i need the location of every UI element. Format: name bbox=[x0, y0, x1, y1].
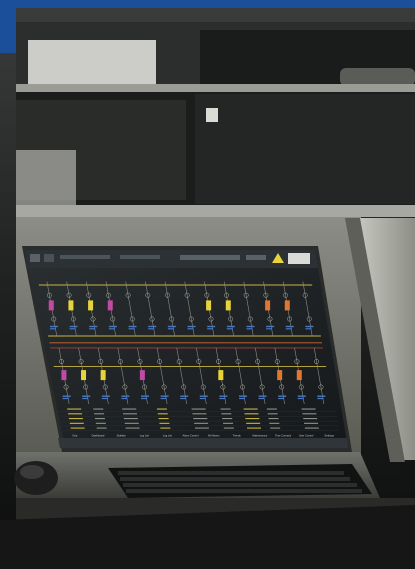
brand-top-bar bbox=[0, 0, 415, 8]
control-room-photo bbox=[0, 0, 415, 569]
